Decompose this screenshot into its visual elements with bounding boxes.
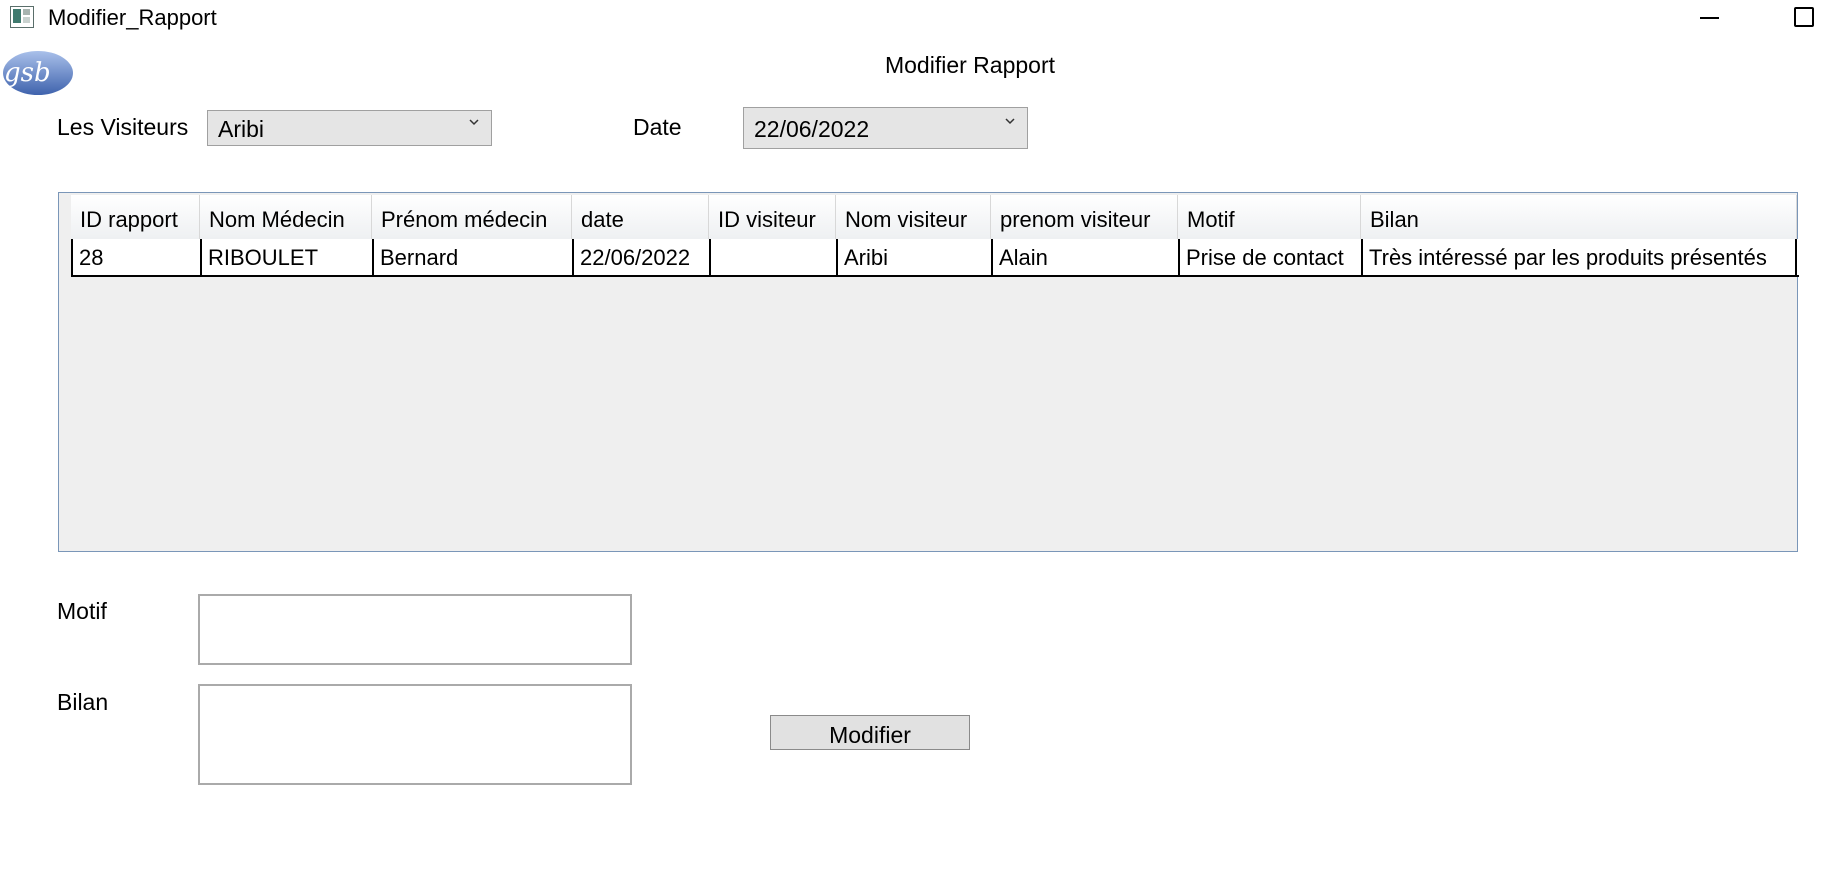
minimize-button[interactable]	[1684, 0, 1730, 34]
column-header-date[interactable]: date	[572, 195, 709, 239]
window: Modifier_Rapport gsb Modifier Rapport Le…	[0, 0, 1842, 884]
cell-nom-medecin[interactable]: RIBOULET	[202, 239, 374, 275]
title-bar: Modifier_Rapport	[0, 0, 1842, 34]
date-selected-value: 22/06/2022	[754, 116, 870, 142]
cell-prenom-medecin[interactable]: Bernard	[374, 239, 574, 275]
chevron-down-icon	[1005, 118, 1015, 125]
motif-input[interactable]	[198, 594, 632, 665]
bilan-input[interactable]	[198, 684, 632, 785]
minimize-icon	[1700, 17, 1719, 19]
column-header-nom-medecin[interactable]: Nom Médecin	[200, 195, 372, 239]
column-header-nom-visiteur[interactable]: Nom visiteur	[836, 195, 991, 239]
cell-nom-visiteur[interactable]: Aribi	[838, 239, 993, 275]
date-label: Date	[633, 114, 682, 140]
bilan-label: Bilan	[57, 689, 109, 715]
cell-date[interactable]: 22/06/2022	[574, 239, 711, 275]
visiteurs-selected-value: Aribi	[218, 116, 265, 142]
app-icon	[10, 6, 34, 28]
cell-motif[interactable]: Prise de contact	[1180, 239, 1363, 275]
cell-id-rapport[interactable]: 28	[71, 239, 202, 275]
grid-header: ID rapport Nom Médecin Prénom médecin da…	[71, 195, 1797, 239]
window-title: Modifier_Rapport	[48, 5, 217, 30]
column-header-prenom-medecin[interactable]: Prénom médecin	[372, 195, 572, 239]
date-select[interactable]: 22/06/2022	[743, 107, 1028, 149]
visiteurs-label: Les Visiteurs	[57, 114, 189, 140]
column-header-id-rapport[interactable]: ID rapport	[71, 195, 200, 239]
modifier-button[interactable]: Modifier	[770, 715, 970, 750]
chevron-down-icon	[469, 119, 479, 126]
gsb-logo: gsb	[3, 51, 73, 95]
column-header-bilan[interactable]: Bilan	[1361, 195, 1797, 239]
cell-bilan[interactable]: Très intéressé par les produits présenté…	[1363, 239, 1797, 275]
column-header-prenom-visiteur[interactable]: prenom visiteur	[991, 195, 1178, 239]
svg-text:gsb: gsb	[4, 58, 51, 88]
cell-prenom-visiteur[interactable]: Alain	[993, 239, 1180, 275]
page-title: Modifier Rapport	[884, 52, 1056, 78]
column-header-id-visiteur[interactable]: ID visiteur	[709, 195, 836, 239]
rapports-grid[interactable]: ID rapport Nom Médecin Prénom médecin da…	[58, 192, 1799, 552]
column-header-motif[interactable]: Motif	[1178, 195, 1361, 239]
maximize-icon	[1794, 7, 1814, 27]
maximize-button[interactable]	[1776, 0, 1822, 34]
visiteurs-select[interactable]: Aribi	[207, 110, 492, 146]
motif-label: Motif	[57, 598, 107, 624]
table-row[interactable]: 28 RIBOULET Bernard 22/06/2022 Aribi Ala…	[71, 239, 1799, 277]
cell-id-visiteur[interactable]	[711, 239, 838, 275]
